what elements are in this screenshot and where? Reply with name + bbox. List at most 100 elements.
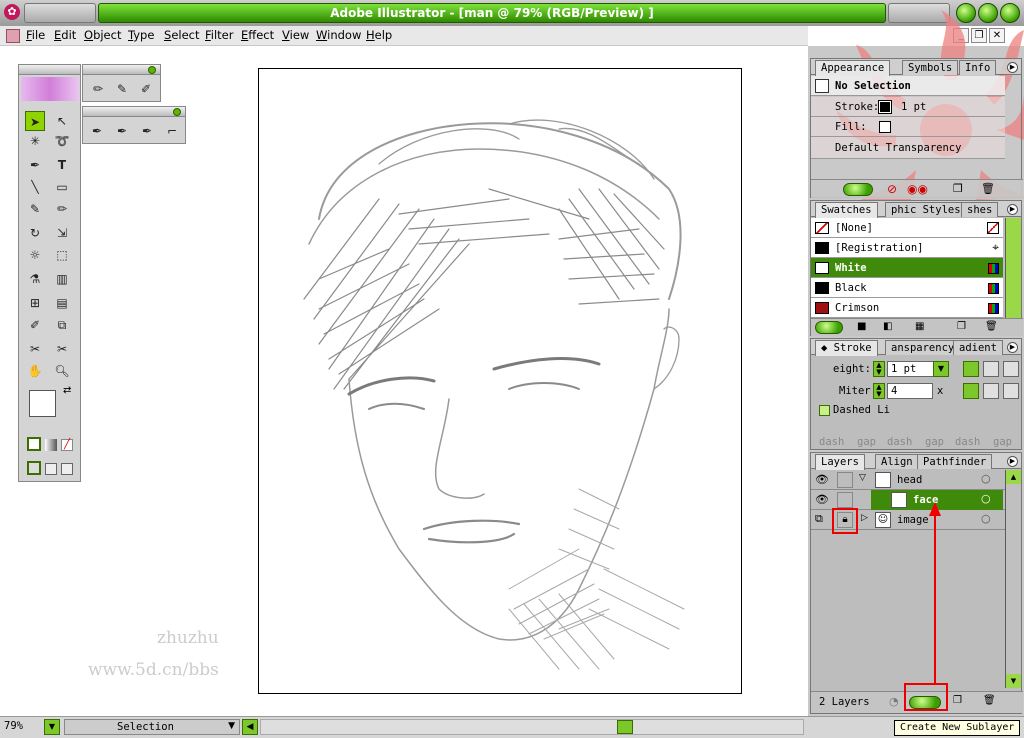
zoom-level[interactable]: 79% bbox=[4, 720, 23, 732]
layer-row-head[interactable]: 👁︎ ▽ head ○ bbox=[811, 470, 1007, 490]
hand-tool-icon[interactable]: ✋ bbox=[25, 361, 45, 381]
scroll-up-icon[interactable]: ▲ bbox=[1006, 470, 1021, 484]
butt-cap-button[interactable] bbox=[963, 361, 979, 377]
lock-toggle[interactable] bbox=[837, 472, 853, 488]
blend-tool-icon[interactable]: ⧉ bbox=[52, 315, 72, 335]
horizontal-scrollbar[interactable] bbox=[260, 719, 804, 735]
fill-color-swatch[interactable] bbox=[29, 390, 56, 417]
palette-close-dot-icon[interactable] bbox=[148, 66, 156, 74]
layer-row-face[interactable]: 👁︎ face ○ bbox=[811, 490, 1007, 510]
convert-anchor-point-icon[interactable]: ⌐ bbox=[162, 121, 182, 141]
delete-item-icon[interactable]: 🗑︎ bbox=[981, 182, 995, 195]
miter-join-button[interactable] bbox=[963, 383, 979, 399]
visibility-eye-icon[interactable]: 👁︎ bbox=[815, 473, 829, 486]
weight-stepper[interactable]: ▲ ▼ bbox=[873, 361, 885, 377]
direct-selection-tool-icon[interactable]: ↖ bbox=[52, 111, 72, 131]
add-anchor-point-icon[interactable]: ✒ bbox=[112, 121, 132, 141]
selection-tool-icon[interactable]: ➤ bbox=[25, 111, 45, 131]
symbol-sprayer-tool-icon[interactable]: ⚗ bbox=[25, 269, 45, 289]
round-cap-button[interactable] bbox=[983, 361, 999, 377]
target-circle-icon[interactable]: ○ bbox=[981, 512, 991, 525]
swatch-row-white[interactable]: White bbox=[811, 258, 1003, 278]
color-swatches-icon[interactable]: ■ bbox=[857, 321, 866, 332]
illustrator-app-icon[interactable]: ✿ bbox=[4, 4, 20, 20]
type-tool-icon[interactable]: T bbox=[52, 155, 72, 175]
artboard[interactable] bbox=[258, 68, 742, 694]
warp-tool-icon[interactable]: ☼ bbox=[25, 245, 45, 265]
new-art-basic-appearance-button[interactable] bbox=[843, 183, 873, 196]
miter-stepper[interactable]: ▲ ▼ bbox=[873, 383, 885, 399]
swatch-row-registration[interactable]: [Registration] ⌖ bbox=[811, 238, 1003, 258]
menu-object[interactable]: Object bbox=[84, 28, 121, 42]
swatches-scrollbar[interactable] bbox=[1005, 218, 1021, 318]
swap-colors-icon[interactable]: ⇄ bbox=[63, 385, 71, 396]
rotate-tool-icon[interactable]: ↻ bbox=[25, 223, 45, 243]
status-selector[interactable]: Selection ▼ bbox=[64, 719, 240, 735]
menu-window[interactable]: Window bbox=[316, 28, 361, 42]
gradient-mode-icon[interactable] bbox=[45, 439, 57, 451]
show-swatch-kinds-button[interactable] bbox=[815, 321, 843, 334]
lock-toggle[interactable] bbox=[837, 492, 853, 508]
pencil-tool-icon[interactable]: ✏ bbox=[52, 199, 72, 219]
tab-graphic-styles[interactable]: phic Styles bbox=[885, 202, 967, 217]
menu-filter[interactable]: Filter bbox=[205, 28, 233, 42]
tab-info[interactable]: Info bbox=[959, 60, 997, 75]
delete-swatch-icon[interactable]: 🗑︎ bbox=[985, 321, 998, 332]
scroll-down-icon[interactable]: ▼ bbox=[1006, 674, 1021, 688]
scroll-left-button[interactable]: ◀ bbox=[242, 719, 258, 735]
smooth-tool-icon[interactable]: ✎ bbox=[112, 79, 132, 99]
weight-dropdown-button[interactable]: ▼ bbox=[933, 361, 949, 377]
pencil-icon[interactable]: ✏ bbox=[88, 79, 108, 99]
pen-tool-icon[interactable]: ✒ bbox=[25, 155, 45, 175]
tools-palette-header[interactable] bbox=[19, 65, 80, 75]
visibility-eye-icon[interactable]: 👁︎ bbox=[815, 493, 829, 506]
tab-brushes[interactable]: shes bbox=[961, 202, 999, 217]
menu-effect[interactable]: Effect bbox=[241, 28, 274, 42]
free-transform-tool-icon[interactable]: ⬚ bbox=[52, 245, 72, 265]
scale-tool-icon[interactable]: ⇲ bbox=[52, 223, 72, 243]
menu-help[interactable]: Help bbox=[366, 28, 392, 42]
tab-swatches[interactable]: Swatches bbox=[815, 202, 878, 218]
appearance-fill-row[interactable]: Fill: bbox=[811, 117, 1005, 137]
gradient-tool-icon[interactable]: ▤ bbox=[52, 293, 72, 313]
scissors-tool-icon[interactable]: ✂ bbox=[52, 339, 72, 359]
appearance-stroke-row[interactable]: Stroke: 1 pt bbox=[811, 97, 1005, 117]
tab-pathfinder[interactable]: Pathfinder bbox=[917, 454, 993, 469]
zoom-tool-icon[interactable]: 🔍︎ bbox=[52, 361, 72, 381]
standard-screen-mode-icon[interactable] bbox=[27, 461, 41, 475]
menu-type[interactable]: Type bbox=[128, 28, 154, 42]
lasso-tool-icon[interactable]: ➰ bbox=[52, 131, 72, 151]
delete-anchor-point-icon[interactable]: ✒ bbox=[137, 121, 157, 141]
round-join-button[interactable] bbox=[983, 383, 999, 399]
template-icon[interactable]: ⧉ bbox=[815, 512, 823, 526]
pen-icon[interactable]: ✒ bbox=[87, 121, 107, 141]
full-screen-mode-icon[interactable] bbox=[61, 463, 73, 475]
panel-menu-icon[interactable]: ▶ bbox=[1007, 456, 1018, 467]
zoom-dropdown-button[interactable]: ▼ bbox=[44, 719, 60, 735]
delete-selection-icon[interactable]: 🗑︎ bbox=[983, 695, 996, 706]
target-circle-icon[interactable]: ○ bbox=[981, 472, 991, 485]
swatch-row-crimson[interactable]: Crimson bbox=[811, 298, 1003, 318]
new-swatch-icon[interactable]: ❐ bbox=[957, 321, 966, 332]
pattern-swatches-icon[interactable]: ▦ bbox=[915, 321, 924, 332]
full-screen-menu-mode-icon[interactable] bbox=[45, 463, 57, 475]
paintbrush-tool-icon[interactable]: ✎ bbox=[25, 199, 45, 219]
dashed-line-checkbox[interactable] bbox=[819, 405, 830, 416]
rectangle-tool-icon[interactable]: ▭ bbox=[52, 177, 72, 197]
magic-wand-tool-icon[interactable]: ✳ bbox=[25, 131, 45, 151]
pencil-tools-palette-header[interactable] bbox=[83, 65, 160, 75]
scrollbar-thumb[interactable] bbox=[617, 720, 633, 734]
reduce-appearance-icon[interactable]: ◉◉ bbox=[907, 182, 928, 196]
tab-layers[interactable]: Layers bbox=[815, 454, 865, 470]
panel-menu-icon[interactable]: ▶ bbox=[1007, 342, 1018, 353]
status-dropdown-icon[interactable]: ▼ bbox=[228, 721, 235, 731]
miter-input[interactable]: 4 bbox=[887, 383, 933, 399]
panel-menu-icon[interactable]: ▶ bbox=[1007, 204, 1018, 215]
collapse-triangle-icon[interactable]: ▷ bbox=[861, 513, 868, 523]
clear-appearance-icon[interactable]: ⊘ bbox=[887, 182, 897, 196]
color-mode-icon[interactable] bbox=[27, 437, 41, 451]
tab-transparency[interactable]: ansparency bbox=[885, 340, 961, 355]
graph-tool-icon[interactable]: ▥ bbox=[52, 269, 72, 289]
bevel-join-button[interactable] bbox=[1003, 383, 1019, 399]
expand-triangle-icon[interactable]: ▽ bbox=[859, 473, 866, 483]
